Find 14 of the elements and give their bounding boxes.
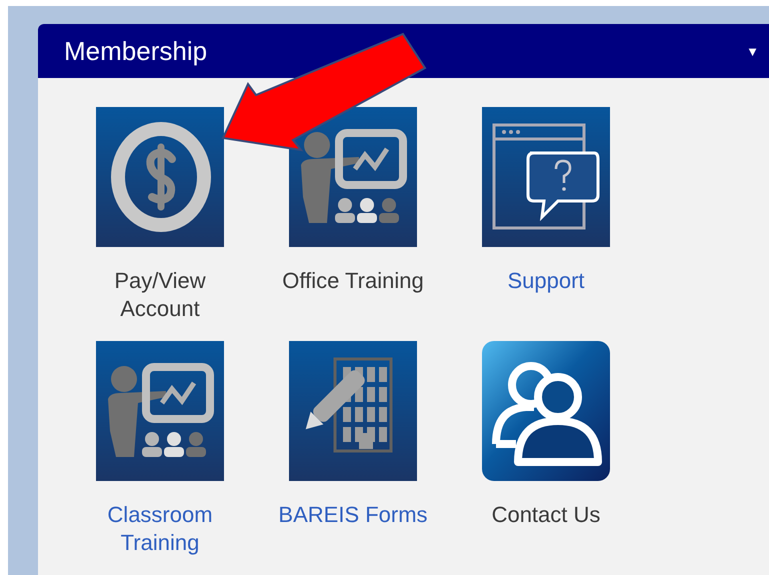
contacts-icon [482,341,610,481]
dollar-coin-icon [96,107,224,247]
panel-title: Membership [64,36,208,66]
collapse-toggle[interactable]: ▼ [746,44,759,58]
tile-label[interactable]: Pay/View Account [83,267,237,323]
tile-link[interactable]: Support [469,267,623,295]
presenter-icon [289,107,417,247]
tile-label[interactable]: Office Training [276,267,430,295]
pencil-form-icon [289,341,417,481]
presenter-icon [96,341,224,481]
tile-label[interactable]: Contact Us [469,501,623,529]
help-window-icon [482,107,610,247]
tile-link[interactable]: BAREIS Forms [276,501,430,529]
tile-link[interactable]: Classroom Training [83,501,237,557]
